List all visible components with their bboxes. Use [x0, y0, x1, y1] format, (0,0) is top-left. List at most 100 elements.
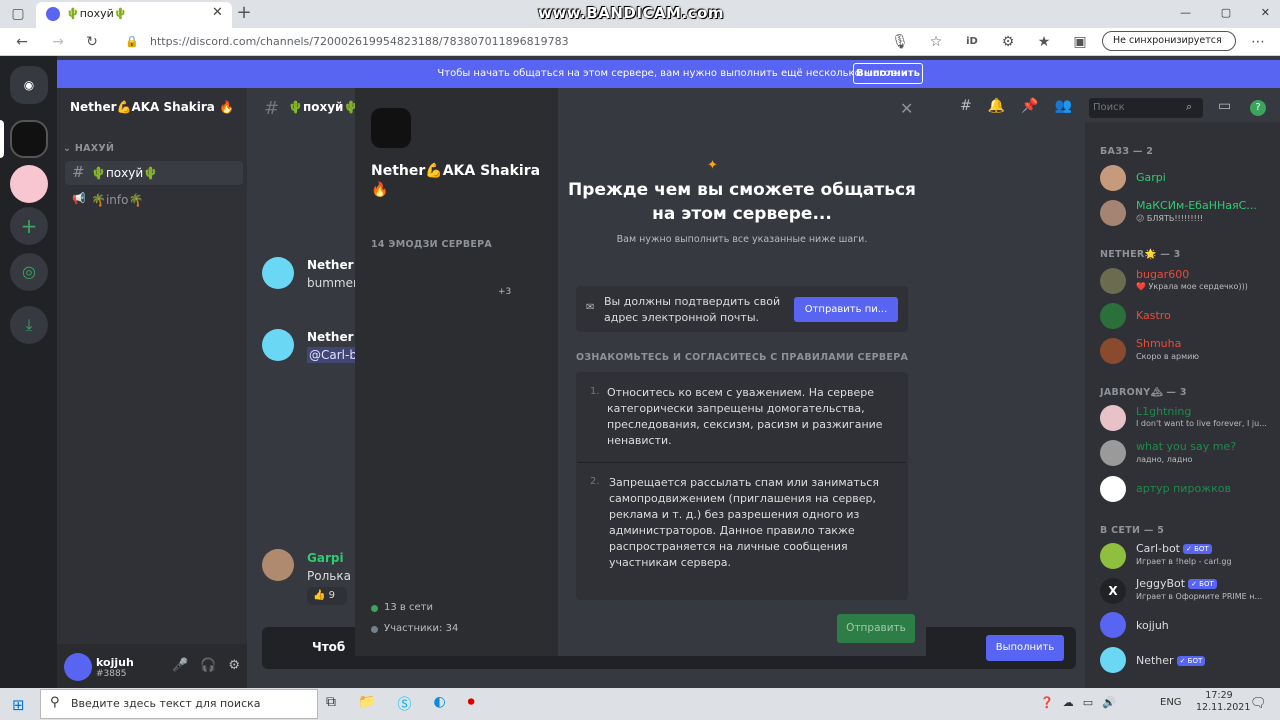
minimize-icon[interactable]: — — [1180, 6, 1191, 19]
maximize-icon[interactable]: ▢ — [1221, 6, 1231, 19]
microphone-icon[interactable]: 🎤 — [172, 658, 188, 673]
settings-gear-icon[interactable]: ⚙ — [228, 658, 240, 673]
rule-text: Запрещается рассылать спам или заниматьс… — [609, 475, 879, 571]
pin-icon[interactable]: 📌 — [1021, 98, 1038, 114]
member-name[interactable]: Kastro — [1136, 309, 1171, 322]
message-author[interactable]: Nether — [307, 258, 354, 272]
threads-icon[interactable]: # — [960, 98, 972, 114]
avatar[interactable] — [64, 653, 92, 681]
avatar[interactable] — [1100, 200, 1126, 226]
avatar[interactable] — [262, 329, 294, 361]
forward-icon[interactable]: → — [48, 32, 68, 52]
id-extension-icon[interactable]: iD — [962, 32, 982, 52]
reload-icon[interactable]: ↻ — [82, 32, 102, 52]
server-icon-nether[interactable] — [10, 120, 48, 158]
windows-start-icon[interactable]: ⊞ — [12, 696, 25, 714]
member-name[interactable]: Shmuha — [1136, 337, 1181, 350]
message-author[interactable]: Nether — [307, 330, 354, 344]
channel-item-selected[interactable]: # 🌵похуй🌵 — [65, 161, 243, 185]
member-name[interactable]: Nether ✓ БОТ — [1136, 654, 1206, 667]
submit-button[interactable]: Отправить — [837, 614, 915, 643]
bottom-complete-button[interactable]: Выполнить — [986, 635, 1064, 661]
file-explorer-icon[interactable]: 📁 — [358, 694, 375, 714]
inbox-icon[interactable]: ▭ — [1218, 98, 1231, 114]
bandicam-record-icon[interactable]: ⏺ — [468, 694, 475, 714]
avatar[interactable] — [1100, 612, 1126, 638]
mic-icon[interactable]: 🎙 — [890, 32, 910, 52]
member-name[interactable]: kojjuh — [1136, 619, 1169, 632]
edge-icon[interactable]: ◐ — [433, 694, 445, 714]
skype-icon[interactable]: Ⓢ — [397, 694, 411, 714]
tracking-icon[interactable]: ☆ — [926, 32, 946, 52]
avatar[interactable]: X — [1100, 578, 1126, 604]
member-name[interactable]: JeggyBot ✓ БОТ — [1136, 577, 1217, 590]
system-tray: ❓ ☁ ▭ 🔊 — [1040, 696, 1116, 709]
clock[interactable]: 17:29 12.11.2021 — [1196, 690, 1250, 714]
tab-close-icon[interactable]: ✕ — [212, 5, 223, 20]
avatar[interactable] — [1100, 268, 1126, 294]
reaction[interactable]: 👍 9 — [307, 587, 347, 605]
member-name[interactable]: bugar600 — [1136, 268, 1189, 281]
avatar[interactable] — [1100, 338, 1126, 364]
taskbar-search-input[interactable]: Введите здесь текст для поиска — [40, 689, 318, 719]
server-name-header[interactable]: Nether💪AKA Shakira 🔥 — [70, 100, 234, 114]
member-name[interactable]: Carl-bot ✓ БОТ — [1136, 542, 1212, 555]
volume-icon[interactable]: 🔊 — [1102, 696, 1116, 709]
member-name[interactable]: артур пирожков — [1136, 482, 1231, 495]
new-tab-icon[interactable]: + — [234, 3, 254, 23]
favorites-icon[interactable]: ★ — [1034, 32, 1054, 52]
add-server-icon[interactable]: + — [10, 207, 48, 245]
back-icon[interactable]: ← — [12, 32, 32, 52]
banner-complete-button[interactable]: Выполнить — [853, 63, 923, 84]
channel-item-info[interactable]: 📢 🌴info🌴 — [65, 189, 243, 211]
members-icon[interactable]: 👥 — [1055, 98, 1072, 114]
headphones-icon[interactable]: 🎧 — [200, 658, 216, 673]
download-apps-icon[interactable]: ⤓ — [10, 306, 48, 344]
notifications-icon[interactable]: 🗨 — [1250, 696, 1267, 711]
avatar[interactable] — [1100, 543, 1126, 569]
rule-line: реклама и т. д.) без разрешения одного и… — [609, 508, 860, 521]
url-input[interactable]: https://discord.com/channels/72000261995… — [150, 33, 982, 51]
avatar[interactable] — [262, 257, 294, 289]
member-name[interactable]: Garpi — [1136, 171, 1166, 184]
mention-pill[interactable]: @Carl-b — [307, 347, 359, 363]
server-icon-pink[interactable] — [10, 165, 48, 203]
channel-category[interactable]: ⌄ НАХУЙ — [63, 143, 114, 154]
avatar[interactable] — [262, 549, 294, 581]
browser-menu-icon[interactable]: ⋯ — [1248, 32, 1268, 52]
battery-icon[interactable]: ▭ — [1083, 696, 1093, 709]
close-window-icon[interactable]: ✕ — [1261, 6, 1270, 19]
avatar[interactable] — [1100, 647, 1126, 673]
close-icon[interactable]: ✕ — [900, 99, 913, 118]
sync-status-button[interactable]: Не синхронизируется — [1102, 31, 1236, 51]
avatar[interactable] — [1100, 440, 1126, 466]
help-icon[interactable]: ? — [1250, 100, 1266, 116]
rule-line: участникам сервера. — [609, 556, 731, 569]
task-view-icon[interactable]: ⧉ — [326, 694, 336, 714]
browser-tab[interactable]: 🌵похуй🌵 ✕ — [36, 2, 232, 28]
avatar[interactable] — [1100, 165, 1126, 191]
tab-actions-icon[interactable]: ▢ — [8, 4, 28, 24]
avatar[interactable] — [1100, 476, 1126, 502]
modal-server-name: Nether💪AKA Shakira — [371, 163, 541, 179]
avatar[interactable] — [1100, 405, 1126, 431]
network-icon[interactable]: ☁ — [1063, 696, 1074, 709]
chevron-down-icon[interactable]: ⌄ — [224, 100, 234, 114]
member-name[interactable]: what you say me? — [1136, 440, 1236, 453]
member-name[interactable]: L1ghtning — [1136, 405, 1191, 418]
avatar[interactable] — [1100, 303, 1126, 329]
explore-servers-icon[interactable]: ◎ — [10, 253, 48, 291]
message-author[interactable]: Garpi — [307, 551, 344, 565]
send-email-button[interactable]: Отправить пи... — [794, 297, 898, 322]
discord-home-icon[interactable]: ◉ — [10, 66, 48, 104]
collections-icon[interactable]: ▣ — [1070, 32, 1090, 52]
member-group-header: NETHER🌟 — 3 — [1100, 249, 1181, 260]
member-name[interactable]: МаКСИм-ЕбаННаяС... — [1136, 199, 1257, 212]
window-controls[interactable]: — ▢ ✕ — [1180, 6, 1270, 19]
member-name-text: Carl-bot — [1136, 542, 1180, 555]
member-status: I don't want to live forever, I ju... — [1136, 419, 1267, 428]
extensions-icon[interactable]: ⚙ — [998, 32, 1018, 52]
bell-icon[interactable]: 🔔 — [988, 98, 1005, 114]
help-tray-icon[interactable]: ❓ — [1040, 696, 1054, 709]
language-indicator[interactable]: ENG — [1160, 697, 1182, 708]
